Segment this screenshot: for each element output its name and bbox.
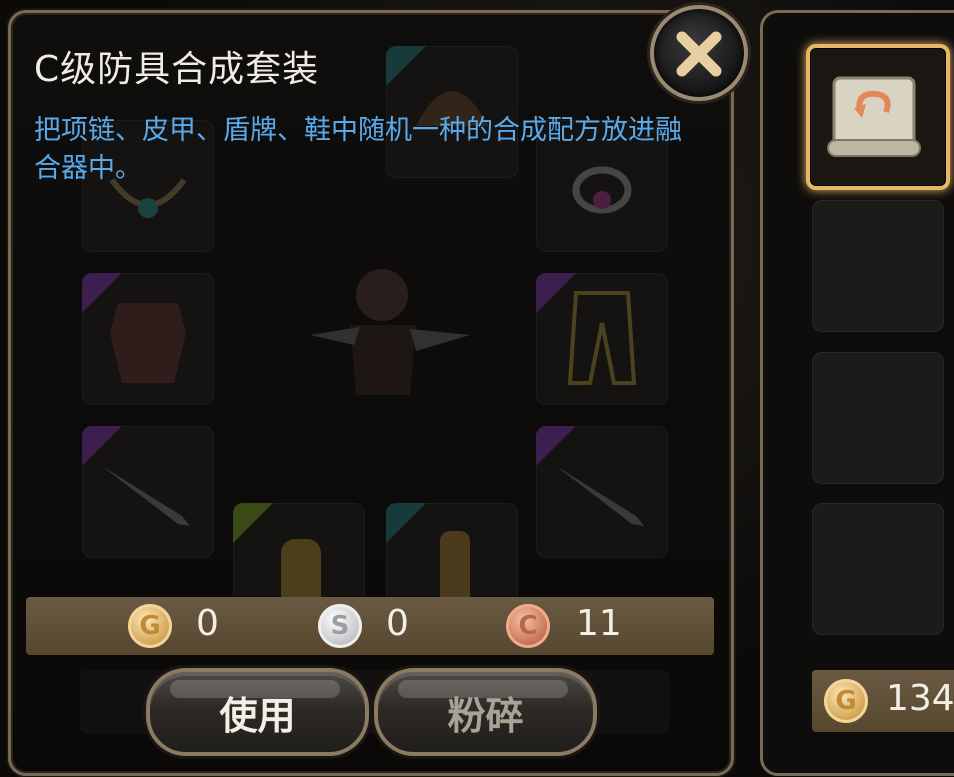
armor-icon: [110, 303, 186, 383]
scroll-icon: [827, 76, 921, 157]
use-button-label: 使用: [219, 693, 296, 738]
sword-icon: [556, 466, 644, 526]
inventory-slot[interactable]: [812, 503, 944, 635]
character-silhouette: [310, 269, 470, 395]
sword-icon: [102, 466, 190, 526]
panel-description: 把项链、皮甲、盾牌、鞋中随机一种的合成配方放进融合器中。: [34, 115, 682, 184]
inventory-gold-value: 134: [886, 678, 954, 719]
smash-button-label: 粉碎: [447, 693, 524, 738]
leggings-icon: [567, 291, 637, 385]
armor-slot[interactable]: [82, 273, 214, 405]
gold-value: 0: [196, 603, 219, 644]
gold-coin-icon: G: [824, 679, 868, 723]
leggings-slot[interactable]: [536, 273, 668, 405]
close-icon: [676, 31, 722, 77]
gold-coin-icon: G: [128, 604, 172, 648]
smash-button[interactable]: 粉碎: [374, 668, 597, 756]
selected-recipe-slot[interactable]: [806, 44, 950, 190]
copper-value: 11: [576, 603, 622, 644]
silver-value: 0: [386, 603, 409, 644]
close-button[interactable]: [650, 5, 748, 101]
sword-right-slot[interactable]: [536, 426, 668, 558]
use-button[interactable]: 使用: [146, 668, 369, 756]
sword-left-slot[interactable]: [82, 426, 214, 558]
copper-coin-icon: C: [506, 604, 550, 648]
silver-coin-icon: S: [318, 604, 362, 648]
currency-bar: G 0 S 0 C 11: [26, 597, 714, 655]
inventory-gold-bar: G 134: [812, 670, 954, 732]
inventory-slot[interactable]: [812, 352, 944, 484]
inventory-slot[interactable]: [812, 200, 944, 332]
panel-title: C级防具合成套装: [34, 49, 320, 90]
